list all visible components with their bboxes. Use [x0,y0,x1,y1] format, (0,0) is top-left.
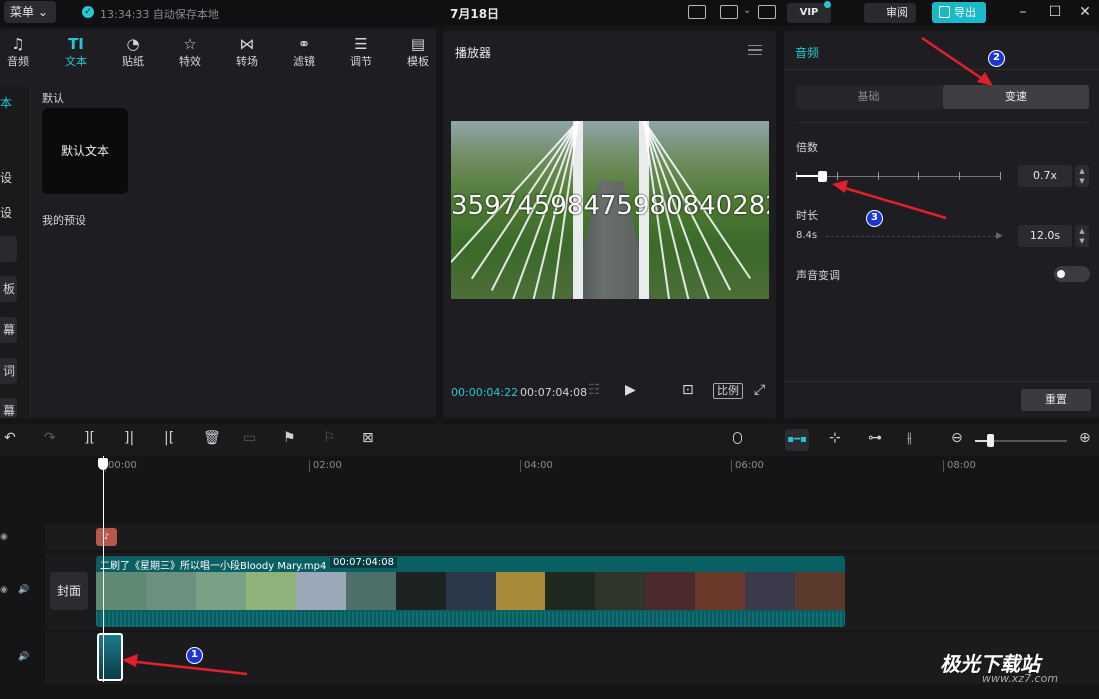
arrowhead [122,654,138,667]
annotation-arrow-3 [837,184,947,220]
arrowhead [832,180,848,193]
watermark-url: www.xz7.com [982,672,1059,685]
annotation-arrows [122,36,993,676]
arrowhead [977,72,993,86]
annotation-marker-1: 1 [186,647,203,664]
annotation-arrow-1 [127,659,248,676]
annotation-marker-3: 3 [866,210,883,227]
annotation-arrow-2 [921,36,988,84]
annotation-marker-2: 2 [988,50,1005,67]
